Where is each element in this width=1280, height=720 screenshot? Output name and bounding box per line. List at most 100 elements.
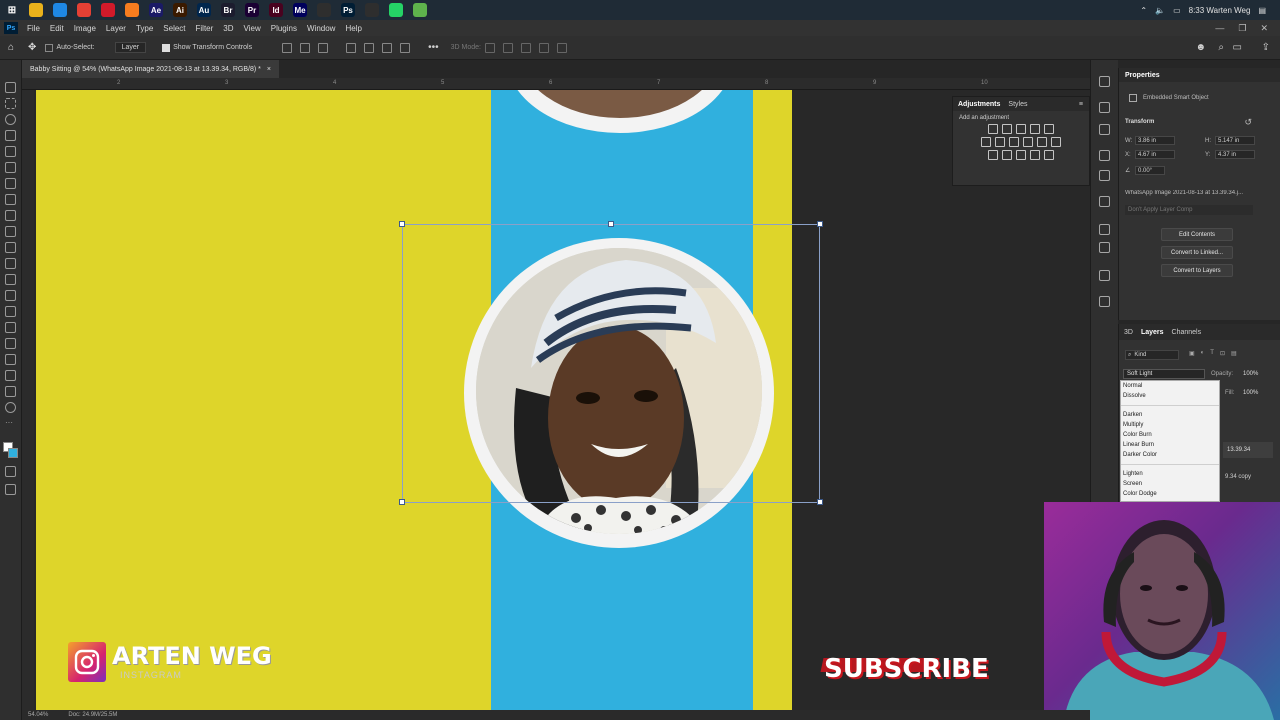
menu-view[interactable]: View <box>239 24 266 33</box>
zoom-level[interactable]: 54.04% <box>28 712 48 718</box>
blend-option-darken[interactable]: Darken <box>1121 410 1219 420</box>
minimize-icon[interactable]: — <box>1215 23 1224 33</box>
reset-transform-icon[interactable]: ↺ <box>1244 117 1252 128</box>
vibrance-icon[interactable] <box>1044 124 1054 134</box>
transform-handle-ml[interactable] <box>399 499 405 505</box>
user-icon[interactable]: ☻ <box>1195 42 1206 53</box>
rotate-3d-icon[interactable] <box>484 42 495 53</box>
network-icon[interactable]: ▭ <box>1173 6 1181 15</box>
obs-icon[interactable] <box>317 3 331 17</box>
frame-tool-icon[interactable] <box>5 162 16 173</box>
move-tool-icon[interactable] <box>5 82 16 93</box>
layer-row[interactable]: 13.39.34 <box>1223 442 1273 458</box>
exposure-icon[interactable] <box>1030 124 1040 134</box>
quick-mask-icon[interactable] <box>5 466 16 477</box>
marquee-tool-icon[interactable] <box>5 98 16 109</box>
distribute-icon[interactable] <box>400 42 411 53</box>
color-balance-icon[interactable] <box>995 137 1005 147</box>
levels-icon[interactable] <box>1002 124 1012 134</box>
zoom-tool-icon[interactable] <box>5 402 16 413</box>
file-explorer-icon[interactable] <box>29 3 43 17</box>
tab-styles[interactable]: Styles <box>1008 101 1027 108</box>
tab-3d[interactable]: 3D <box>1124 329 1133 336</box>
eraser-tool-icon[interactable] <box>5 258 16 269</box>
indesign-icon[interactable]: Id <box>269 3 283 17</box>
history-icon[interactable] <box>1099 76 1110 87</box>
lasso-tool-icon[interactable] <box>5 114 16 125</box>
windows-start-icon[interactable]: ⊞ <box>5 3 19 17</box>
menu-type[interactable]: Type <box>131 24 158 33</box>
selective-color-icon[interactable] <box>1044 150 1054 160</box>
clone-stamp-icon[interactable] <box>5 226 16 237</box>
blur-tool-icon[interactable] <box>5 290 16 301</box>
blend-option-darker-color[interactable]: Darker Color <box>1121 450 1219 460</box>
transform-handle-mr[interactable] <box>817 499 823 505</box>
tab-layers[interactable]: Layers <box>1141 329 1164 336</box>
crop-tool-icon[interactable] <box>5 146 16 157</box>
stamp-icon[interactable] <box>1099 196 1110 207</box>
y-field[interactable]: 4.37 in <box>1215 150 1255 159</box>
convert-to-layers-button[interactable]: Convert to Layers <box>1161 264 1233 277</box>
brightness-icon[interactable] <box>988 124 998 134</box>
layer-comp-select[interactable]: Don't Apply Layer Comp <box>1125 205 1253 215</box>
transform-bounding-box[interactable] <box>399 221 823 505</box>
color-icon[interactable] <box>1099 124 1110 135</box>
auto-select-checkbox[interactable] <box>45 43 54 52</box>
actions-icon[interactable] <box>1099 102 1110 113</box>
move-tool-icon[interactable]: ✥ <box>28 42 36 53</box>
gradient-map-icon[interactable] <box>1030 150 1040 160</box>
menu-select[interactable]: Select <box>158 24 190 33</box>
edit-contents-button[interactable]: Edit Contents <box>1161 228 1233 241</box>
transform-handle-tl[interactable] <box>399 221 405 227</box>
tab-channels[interactable]: Channels <box>1172 329 1202 336</box>
fill-value[interactable]: 100% <box>1243 390 1258 396</box>
close-tab-icon[interactable]: × <box>267 66 271 73</box>
menu-file[interactable]: File <box>22 24 45 33</box>
menu-filter[interactable]: Filter <box>191 24 219 33</box>
type-tool-icon[interactable] <box>5 322 16 333</box>
after-effects-icon[interactable]: Ae <box>149 3 163 17</box>
audition-icon[interactable]: Au <box>197 3 211 17</box>
slide-3d-icon[interactable] <box>538 42 549 53</box>
posterize-icon[interactable] <box>1002 150 1012 160</box>
libraries-icon[interactable] <box>1099 296 1110 307</box>
home-icon[interactable]: ⌂ <box>8 42 14 53</box>
healing-brush-icon[interactable] <box>5 194 16 205</box>
align-top-icon[interactable] <box>346 42 357 53</box>
settings-app-icon[interactable] <box>365 3 379 17</box>
illustrator-icon[interactable]: Ai <box>173 3 187 17</box>
media-encoder-icon[interactable]: Me <box>293 3 307 17</box>
gradient-tool-icon[interactable] <box>5 274 16 285</box>
kind-filter[interactable]: Kind <box>1134 352 1146 358</box>
tab-adjustments[interactable]: Adjustments <box>958 101 1000 108</box>
menu-edit[interactable]: Edit <box>45 24 69 33</box>
menu-image[interactable]: Image <box>69 24 101 33</box>
history-brush-icon[interactable] <box>5 242 16 253</box>
blend-option-dissolve[interactable]: Dissolve <box>1121 391 1219 401</box>
pixel-filter-icon[interactable]: ▣ <box>1189 350 1195 357</box>
pan-3d-icon[interactable] <box>520 42 531 53</box>
panel-menu-icon[interactable]: ≡ <box>1079 101 1089 108</box>
curves-icon[interactable] <box>1016 124 1026 134</box>
hand-tool-icon[interactable] <box>5 386 16 397</box>
blend-option-multiply[interactable]: Multiply <box>1121 420 1219 430</box>
dodge-tool-icon[interactable] <box>5 306 16 317</box>
clock-user[interactable]: 8:33 Warten Weg <box>1189 6 1251 15</box>
layer-select[interactable]: Layer <box>114 42 147 53</box>
premiere-icon[interactable]: Pr <box>245 3 259 17</box>
quick-select-tool-icon[interactable] <box>5 130 16 141</box>
opera-icon[interactable] <box>101 3 115 17</box>
align-right-icon[interactable] <box>318 42 329 53</box>
photo-filter-icon[interactable] <box>1023 137 1033 147</box>
color-lookup-icon[interactable] <box>1051 137 1061 147</box>
type-filter-icon[interactable]: T <box>1210 350 1214 357</box>
photoshop-icon[interactable]: Ps <box>341 3 355 17</box>
blend-option-lighten[interactable]: Lighten <box>1121 469 1219 479</box>
share-icon[interactable]: ⇪ <box>1262 42 1270 53</box>
shape-filter-icon[interactable]: ⊡ <box>1220 350 1225 357</box>
close-icon[interactable]: ✕ <box>1260 23 1268 34</box>
transform-controls-checkbox[interactable] <box>162 43 171 52</box>
align-left-icon[interactable] <box>282 42 293 53</box>
menu-3d[interactable]: 3D <box>218 24 238 33</box>
angle-field[interactable]: 0.00° <box>1135 166 1165 175</box>
